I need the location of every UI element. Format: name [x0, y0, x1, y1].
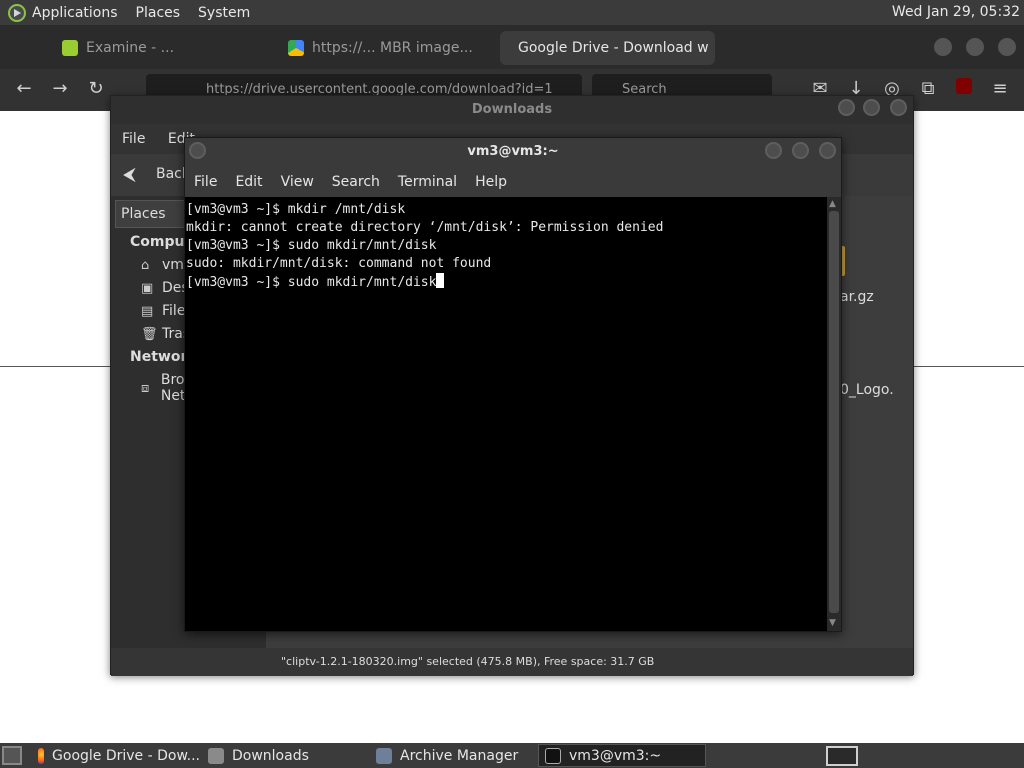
fm-close-button[interactable] [890, 99, 907, 116]
terminal-line: sudo: mkdir/mnt/disk: command not found [186, 256, 492, 271]
browser-tab-label: Google Drive - Download w [518, 40, 709, 56]
extensions-icon[interactable]: ⧉ [916, 77, 940, 101]
term-menu-help[interactable]: Help [475, 174, 507, 190]
file-name[interactable]: ar.gz [840, 289, 874, 305]
firefox-icon [38, 747, 45, 764]
scroll-down-icon[interactable]: ▼ [829, 618, 836, 628]
forward-arrow-icon[interactable]: → [48, 77, 72, 101]
menu-system[interactable]: System [198, 5, 250, 21]
task-downloads[interactable]: Downloads [202, 744, 366, 767]
back-arrow-icon[interactable]: ⮜ [123, 164, 136, 185]
menu-applications[interactable]: Applications [32, 5, 118, 21]
terminal-icon [545, 747, 561, 764]
menu-places[interactable]: Places [136, 5, 181, 21]
browser-tab-3[interactable]: Google Drive - Download w ✕ [500, 31, 715, 65]
network-icon: ⧈ [141, 380, 150, 396]
terminal-minimize-button[interactable] [765, 142, 782, 159]
folder-icon [208, 747, 224, 764]
archive-icon [376, 747, 392, 764]
fm-maximize-button[interactable] [863, 99, 880, 116]
terminal-menubar: File Edit View Search Terminal Help [185, 166, 841, 197]
task-terminal[interactable]: vm3@vm3:~ [538, 744, 706, 767]
task-label: Downloads [232, 747, 309, 764]
ublock-icon[interactable] [952, 77, 976, 101]
minimize-button[interactable] [934, 38, 952, 56]
distro-logo-icon[interactable] [8, 3, 26, 22]
drive-icon: ▤ [141, 303, 154, 319]
google-drive-icon [288, 40, 304, 56]
terminal-scrollbar[interactable]: ▲ ▼ [827, 197, 841, 631]
terminal-prompt-line[interactable]: [vm3@vm3 ~]$ sudo mkdir/mnt/disk [186, 273, 826, 291]
term-menu-file[interactable]: File [194, 174, 217, 190]
back-arrow-icon[interactable]: ← [12, 77, 36, 101]
terminal-line: mkdir: cannot create directory ‘/mnt/dis… [186, 220, 664, 235]
term-menu-view[interactable]: View [281, 174, 314, 190]
close-button[interactable] [998, 38, 1016, 56]
terminal-window-menu-button[interactable] [189, 142, 206, 159]
terminal-line: [vm3@vm3 ~]$ sudo mkdir/mnt/disk [186, 238, 437, 253]
scroll-up-icon[interactable]: ▲ [829, 199, 836, 209]
home-icon: ⌂ [141, 257, 150, 273]
browser-tab-1[interactable]: Examine - ... [52, 31, 252, 65]
browser-tab-2[interactable]: https://... MBR image... [278, 31, 492, 65]
file-name[interactable]: 0_Logo. [840, 382, 894, 398]
fm-statusbar: "cliptv-1.2.1-180320.img" selected (475.… [111, 648, 913, 676]
task-archive-manager[interactable]: Archive Manager [370, 744, 534, 767]
terminal-close-button[interactable] [819, 142, 836, 159]
terminal-title[interactable]: vm3@vm3:~ [185, 138, 841, 166]
top-panel: Applications Places System Wed Jan 29, 0… [0, 0, 1024, 25]
browser-tab-label: Examine - ... [86, 40, 175, 56]
task-label: Archive Manager [400, 747, 519, 764]
task-google-drive[interactable]: Google Drive - Dow... [32, 744, 200, 767]
task-label: vm3@vm3:~ [569, 747, 662, 764]
desktop-icon: ▣ [141, 280, 154, 296]
fm-menu-file[interactable]: File [122, 131, 145, 147]
hamburger-menu-icon[interactable]: ≡ [988, 77, 1012, 101]
fm-title[interactable]: Downloads [111, 96, 913, 124]
bottom-taskbar: Google Drive - Dow... Downloads Archive … [0, 743, 1024, 768]
browser-tab-label: https://... MBR image... [312, 40, 473, 56]
term-menu-edit[interactable]: Edit [235, 174, 262, 190]
terminal-output[interactable]: [vm3@vm3 ~]$ mkdir /mnt/disk mkdir: cann… [185, 197, 827, 631]
task-label: Google Drive - Dow... [52, 747, 200, 764]
tab-app-icon [62, 40, 78, 56]
maximize-button[interactable] [966, 38, 984, 56]
text-cursor [436, 273, 445, 288]
terminal-line-text: [vm3@vm3 ~]$ sudo mkdir/mnt/disk [186, 275, 437, 290]
term-menu-search[interactable]: Search [332, 174, 380, 190]
trash-icon: 🗑 [141, 326, 158, 342]
browser-tab-strip: Examine - ... https://... MBR image... G… [0, 25, 1024, 69]
show-desktop-icon[interactable] [2, 746, 22, 765]
terminal-maximize-button[interactable] [792, 142, 809, 159]
clock[interactable]: Wed Jan 29, 05:32 [892, 4, 1020, 20]
reload-icon[interactable]: ↻ [84, 77, 108, 101]
workspace-switcher[interactable] [826, 746, 858, 766]
terminal-window: vm3@vm3:~ File Edit View Search Terminal… [184, 137, 842, 632]
term-menu-terminal[interactable]: Terminal [398, 174, 457, 190]
terminal-line: [vm3@vm3 ~]$ mkdir /mnt/disk [186, 202, 406, 217]
scroll-thumb[interactable] [829, 211, 839, 613]
fm-minimize-button[interactable] [838, 99, 855, 116]
